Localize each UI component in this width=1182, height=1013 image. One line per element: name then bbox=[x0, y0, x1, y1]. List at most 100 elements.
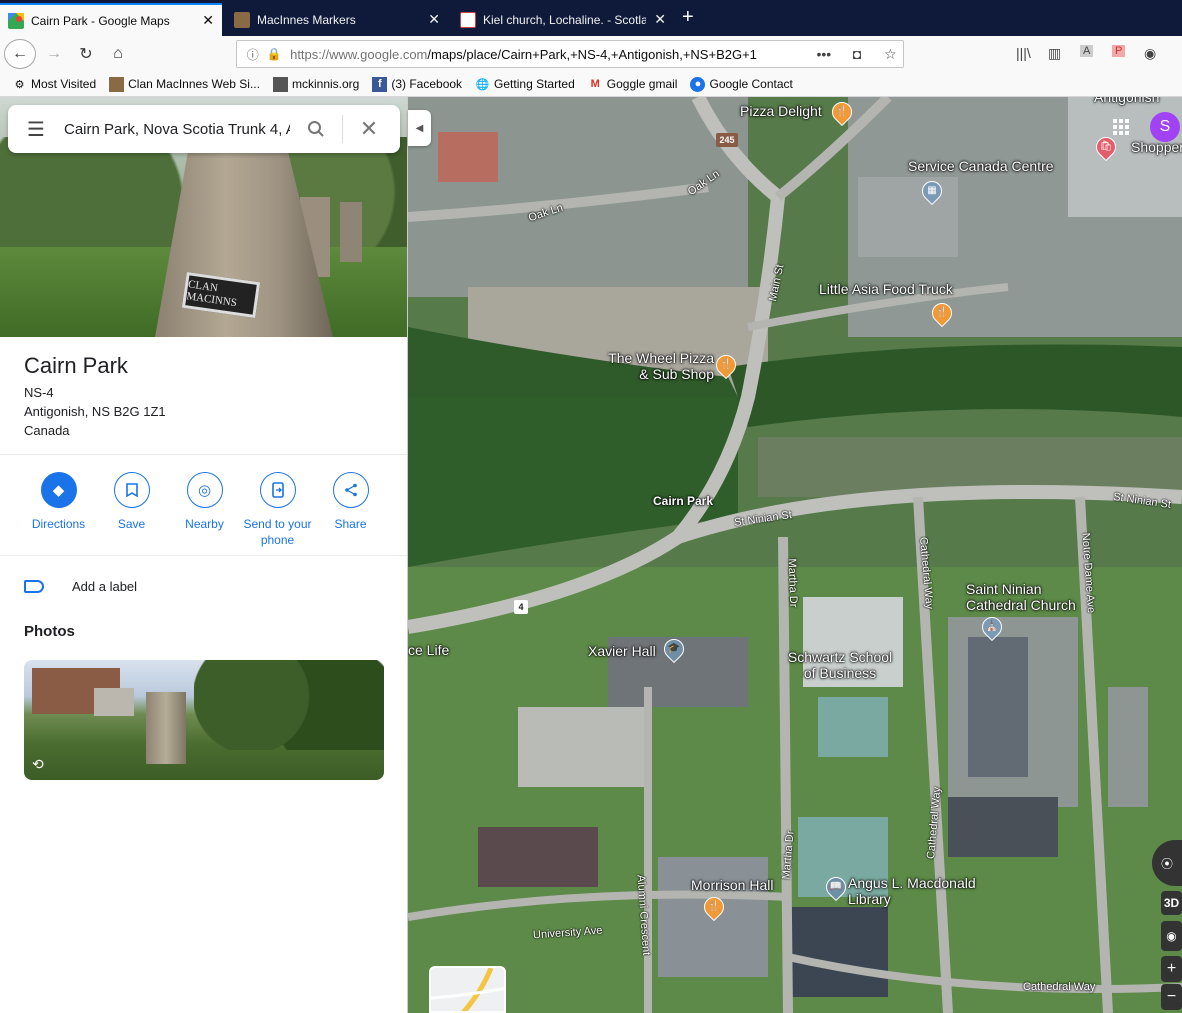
bookmark-getting-started[interactable]: 🌐 Getting Started bbox=[475, 77, 575, 92]
search-input[interactable] bbox=[64, 120, 290, 138]
photo-pillar bbox=[340, 202, 362, 262]
forward-arrow-icon[interactable]: → bbox=[40, 41, 68, 67]
bookmark-mckinnis[interactable]: mckinnis.org bbox=[272, 76, 360, 92]
home-icon[interactable]: ⌂ bbox=[104, 41, 132, 67]
directions-button[interactable]: ◆ Directions bbox=[22, 472, 95, 548]
satellite-map[interactable]: Oak Ln Oak Ln Main St St Ninian St St Ni… bbox=[408, 97, 1182, 1013]
bookmark-label: Goggle gmail bbox=[606, 77, 678, 91]
close-icon[interactable]: ✕ bbox=[428, 11, 440, 28]
extension-icon[interactable]: A bbox=[1080, 45, 1094, 57]
gear-icon: ⚙ bbox=[14, 78, 25, 91]
bookmark-label: Google Contact bbox=[709, 77, 793, 91]
map-place-label[interactable]: Shoppers bbox=[1131, 139, 1182, 155]
map-place-label[interactable]: Antigonish bbox=[1094, 97, 1159, 105]
photo-building bbox=[94, 688, 134, 716]
browser-nav-bar: ← → ↻ ⌂ ⓘ 🔒 https://www.google.com/maps/… bbox=[0, 36, 1182, 72]
action-label: Send to your phone bbox=[243, 517, 312, 547]
action-label: Nearby bbox=[185, 517, 224, 531]
sidebar-icon[interactable]: ▥ bbox=[1048, 45, 1061, 62]
account-icon[interactable]: ◉ bbox=[1144, 45, 1156, 62]
url-bar[interactable]: ⓘ 🔒 https://www.google.com/maps/place/Ca… bbox=[236, 40, 904, 68]
globe-icon: 🌐 bbox=[475, 78, 490, 91]
bookmark-most-visited[interactable]: ⚙ Most Visited bbox=[12, 77, 97, 92]
close-icon[interactable]: ✕ bbox=[202, 12, 214, 29]
minimap-road-preview bbox=[431, 968, 504, 1011]
tab-kiel-church[interactable]: Kiel church, Lochaline. - Scotla ✕ bbox=[452, 3, 674, 36]
bookmark-clan-macinnes[interactable]: Clan MacInnes Web Si... bbox=[109, 76, 260, 92]
map-place-label[interactable]: Pizza Delight bbox=[740, 103, 822, 119]
tab-label: Kiel church, Lochaline. - Scotla bbox=[483, 12, 647, 27]
pinterest-extension-icon[interactable]: P bbox=[1112, 45, 1126, 57]
facebook-icon: f bbox=[372, 76, 388, 92]
search-icon[interactable] bbox=[290, 120, 342, 138]
place-panel: CLAN MACINNS ☰ ✕ Cairn Park NS-4 Antigon… bbox=[0, 97, 408, 1013]
contact-person-icon: ● bbox=[690, 76, 706, 92]
send-to-phone-button[interactable]: Send to your phone bbox=[241, 472, 314, 548]
map-layer-switcher[interactable] bbox=[429, 966, 506, 1013]
bookmark-label: Clan MacInnes Web Si... bbox=[128, 77, 260, 91]
map-place-label[interactable]: The Wheel Pizza & Sub Shop bbox=[602, 350, 714, 382]
route-shield: 4 bbox=[514, 600, 528, 614]
photos-heading: Photos bbox=[24, 623, 75, 640]
address-line: NS-4 bbox=[24, 385, 54, 400]
map-place-label[interactable]: Service Canada Centre bbox=[908, 158, 1054, 174]
google-apps-grid-icon[interactable] bbox=[1113, 119, 1129, 135]
tab-macinnes-markers[interactable]: MacInnes Markers ✕ bbox=[226, 3, 448, 36]
action-label: Directions bbox=[31, 517, 86, 531]
library-icon[interactable]: |||\ bbox=[1016, 45, 1031, 61]
map-place-label-cairn-park[interactable]: Cairn Park bbox=[653, 493, 713, 509]
browser-tab-bar: Cairn Park - Google Maps ✕ MacInnes Mark… bbox=[0, 0, 1182, 36]
panorama-360-icon: ⟲ bbox=[32, 756, 44, 772]
new-tab-plus-icon[interactable]: + bbox=[682, 7, 694, 27]
zoom-in-icon[interactable]: + bbox=[1161, 956, 1182, 982]
map-place-label[interactable]: Morrison Hall bbox=[691, 877, 773, 893]
divider bbox=[0, 454, 407, 455]
tab-label: MacInnes Markers bbox=[257, 12, 356, 27]
bookmark-icon bbox=[113, 472, 150, 508]
photo-thumbnail[interactable]: ⟲ bbox=[24, 660, 384, 780]
close-icon[interactable]: ✕ bbox=[343, 116, 395, 142]
tab-cairn-park[interactable]: Cairn Park - Google Maps ✕ bbox=[0, 3, 222, 36]
site-favicon-icon bbox=[460, 11, 476, 28]
url-text[interactable]: https://www.google.com/maps/place/Cairn+… bbox=[290, 47, 803, 62]
map-place-label[interactable]: Schwartz School of Business bbox=[785, 649, 895, 681]
bookmark-gmail[interactable]: M Goggle gmail bbox=[588, 77, 678, 92]
bookmark-label: (3) Facebook bbox=[391, 77, 463, 91]
zoom-out-icon[interactable]: − bbox=[1161, 984, 1182, 1010]
save-button[interactable]: Save bbox=[95, 472, 168, 548]
bookmark-label: mckinnis.org bbox=[291, 77, 360, 91]
share-icon bbox=[332, 472, 369, 508]
bookmark-google-contact[interactable]: ● Google Contact bbox=[690, 76, 793, 92]
share-button[interactable]: Share bbox=[314, 472, 387, 548]
map-place-label[interactable]: Angus L. Macdonald Library bbox=[848, 875, 978, 907]
label-tag-icon bbox=[24, 580, 44, 593]
url-host: https://www.google.com bbox=[290, 46, 428, 62]
address-line: Canada bbox=[24, 423, 70, 438]
add-label-row[interactable]: Add a label bbox=[24, 579, 137, 594]
address-line: Antigonish, NS B2G 1Z1 bbox=[24, 404, 166, 419]
phone-icon bbox=[259, 472, 296, 508]
nearby-button[interactable]: ◎ Nearby bbox=[168, 472, 241, 548]
account-avatar[interactable]: S bbox=[1150, 112, 1180, 142]
close-icon[interactable]: ✕ bbox=[654, 11, 666, 28]
pocket-icon[interactable]: ◘ bbox=[844, 46, 869, 62]
map-place-label[interactable]: ce Life bbox=[408, 642, 449, 658]
tilt-3d-button[interactable]: 3D bbox=[1161, 891, 1182, 915]
map-place-label[interactable]: Xavier Hall bbox=[588, 643, 656, 659]
route-shield: 245 bbox=[716, 133, 738, 147]
reload-icon[interactable]: ↻ bbox=[72, 41, 100, 67]
info-icon[interactable]: ⓘ bbox=[245, 46, 261, 63]
hamburger-menu-icon[interactable]: ☰ bbox=[8, 117, 64, 142]
add-label-text: Add a label bbox=[72, 579, 138, 594]
more-dots-icon[interactable]: ••• bbox=[811, 46, 836, 62]
bookmark-star-icon[interactable]: ☆ bbox=[878, 46, 903, 63]
collapse-panel-chevron-icon[interactable]: ◀ bbox=[408, 110, 431, 146]
bookmark-facebook[interactable]: f (3) Facebook bbox=[372, 76, 463, 92]
map-place-label[interactable]: Saint Ninian Cathedral Church bbox=[966, 581, 1096, 613]
site-favicon-icon bbox=[272, 76, 288, 92]
photo-trees bbox=[194, 660, 384, 750]
back-arrow-icon[interactable]: ← bbox=[4, 39, 36, 69]
photo-cairn bbox=[146, 692, 186, 764]
my-location-icon[interactable]: ◉ bbox=[1161, 921, 1182, 951]
map-place-label[interactable]: Little Asia Food Truck bbox=[819, 281, 953, 297]
